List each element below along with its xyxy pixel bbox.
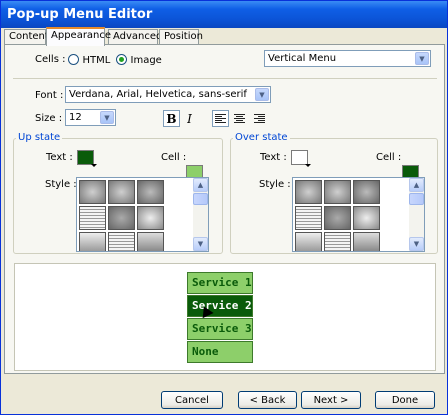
italic-button[interactable]: I: [181, 110, 198, 127]
scroll-down-icon[interactable]: ▼: [193, 237, 208, 251]
font-label: Font :: [35, 90, 64, 101]
style-swatch[interactable]: [324, 180, 351, 204]
style-swatch[interactable]: [79, 232, 106, 251]
style-swatch[interactable]: [324, 232, 351, 251]
image-radio-button[interactable]: [116, 54, 127, 65]
tab-appearance[interactable]: Appearance: [46, 27, 111, 46]
style-swatch[interactable]: [137, 232, 164, 251]
style-swatch[interactable]: [79, 180, 106, 204]
scroll-thumb[interactable]: [409, 193, 424, 205]
layout-select[interactable]: Vertical Menu ▼: [264, 50, 431, 67]
style-swatch[interactable]: [137, 206, 164, 230]
scroll-up-icon[interactable]: ▲: [193, 178, 208, 192]
preview-item-service-2[interactable]: Service 2: [187, 295, 253, 317]
over-state-group: Over state Text : Cell : Style : ▲ ▼: [230, 132, 438, 254]
bold-button[interactable]: B: [163, 110, 180, 127]
tab-position[interactable]: Position: [159, 29, 203, 45]
chevron-down-icon[interactable]: ▼: [415, 52, 429, 65]
up-state-group: Up state Text : Cell : Style : ▲ ▼: [13, 132, 223, 254]
cells-label: Cells :: [35, 54, 66, 65]
up-text-color-swatch[interactable]: [77, 150, 97, 167]
title-bar: Pop-up Menu Editor: [1, 1, 447, 28]
style-swatch[interactable]: [108, 206, 135, 230]
style-swatch[interactable]: [353, 180, 380, 204]
up-text-label: Text :: [46, 152, 73, 163]
dialog-window: Pop-up Menu Editor Content Appearance Ad…: [0, 0, 448, 415]
divider: [13, 78, 437, 79]
image-radio-label: Image: [130, 55, 162, 66]
style-swatch[interactable]: [108, 180, 135, 204]
style-scrollbar[interactable]: ▲ ▼: [193, 178, 208, 251]
align-center-icon[interactable]: [231, 110, 248, 127]
scroll-up-icon[interactable]: ▲: [409, 178, 424, 192]
size-select-value: 12: [69, 112, 82, 123]
over-text-color-swatch[interactable]: [291, 150, 311, 167]
over-style-picker[interactable]: ▲ ▼: [292, 177, 425, 252]
over-style-label: Style :: [259, 179, 291, 190]
size-select[interactable]: 12 ▼: [65, 109, 116, 126]
preview-item-service-1[interactable]: Service 1: [187, 272, 253, 294]
up-style-picker[interactable]: ▲ ▼: [76, 177, 209, 252]
up-state-title: Up state: [16, 132, 63, 143]
over-state-title: Over state: [233, 132, 290, 143]
tab-content[interactable]: Content: [4, 29, 49, 45]
style-swatch[interactable]: [353, 206, 380, 230]
up-cell-label: Cell :: [161, 152, 187, 163]
font-select-value: Verdana, Arial, Helvetica, sans-serif: [69, 89, 247, 100]
scroll-down-icon[interactable]: ▼: [409, 237, 424, 251]
preview-item-service-3[interactable]: Service 3: [187, 318, 253, 340]
style-swatch[interactable]: [137, 180, 164, 204]
tab-advanced[interactable]: Advanced: [108, 29, 162, 45]
back-button[interactable]: < Back: [238, 391, 297, 409]
done-button[interactable]: Done: [375, 391, 435, 409]
style-swatch[interactable]: [79, 206, 106, 230]
style-swatch[interactable]: [295, 180, 322, 204]
style-swatch[interactable]: [324, 206, 351, 230]
next-button[interactable]: Next >: [301, 391, 361, 409]
over-cell-label: Cell :: [376, 152, 402, 163]
style-swatch[interactable]: [353, 232, 380, 251]
align-left-icon[interactable]: [212, 110, 229, 127]
chevron-down-icon[interactable]: ▼: [255, 88, 269, 101]
cancel-button[interactable]: Cancel: [161, 391, 223, 409]
preview-item-none[interactable]: None: [187, 341, 253, 363]
over-text-label: Text :: [260, 152, 287, 163]
html-radio[interactable]: HTML: [68, 53, 110, 66]
style-swatch[interactable]: [295, 206, 322, 230]
html-radio-label: HTML: [82, 55, 111, 66]
chevron-down-icon[interactable]: ▼: [100, 111, 114, 124]
size-label: Size :: [35, 113, 63, 124]
scroll-thumb[interactable]: [193, 193, 208, 205]
layout-select-value: Vertical Menu: [268, 53, 337, 64]
window-title: Pop-up Menu Editor: [7, 7, 153, 22]
style-swatch[interactable]: [295, 232, 322, 251]
html-radio-button[interactable]: [68, 54, 79, 65]
image-radio[interactable]: Image: [116, 53, 162, 66]
style-scrollbar[interactable]: ▲ ▼: [409, 178, 424, 251]
style-swatch[interactable]: [108, 232, 135, 251]
up-style-label: Style :: [45, 179, 77, 190]
font-select[interactable]: Verdana, Arial, Helvetica, sans-serif ▼: [65, 86, 271, 103]
align-right-icon[interactable]: [250, 110, 267, 127]
